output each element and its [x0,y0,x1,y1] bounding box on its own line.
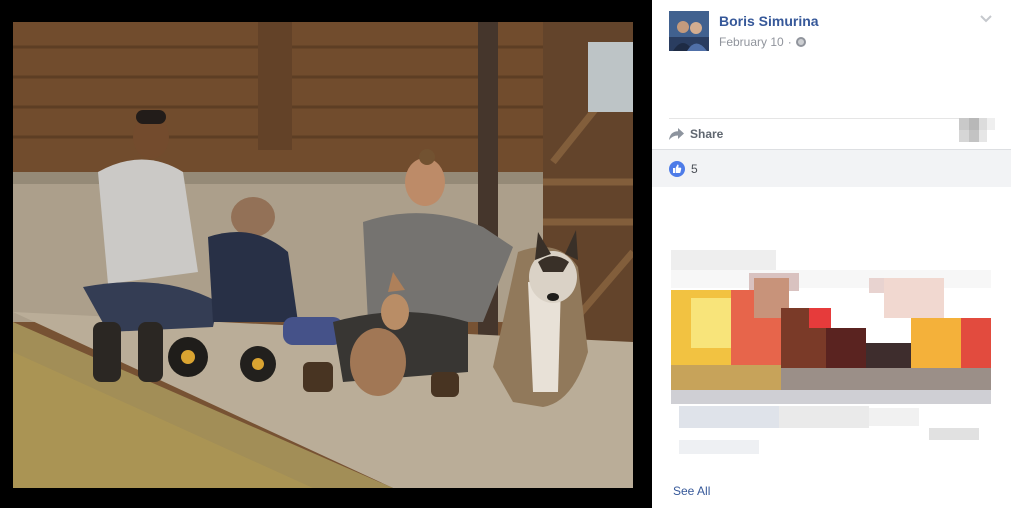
redacted-suggestion-image[interactable] [669,248,999,473]
share-arrow-icon [669,128,684,140]
avatar-image [669,11,709,51]
thumbs-up-icon [669,160,685,177]
post-meta: February 10 · [719,35,806,49]
photo-illustration [13,22,633,488]
photo-viewer [0,0,652,508]
meta-separator: · [787,35,792,49]
post-photo[interactable] [13,22,633,488]
chevron-down-icon[interactable] [980,14,992,24]
see-all-link[interactable]: See All [673,484,710,498]
globe-icon [795,37,806,47]
post-date[interactable]: February 10 [719,35,784,49]
like-count[interactable]: 5 [691,162,698,176]
divider [669,118,994,119]
share-button[interactable]: Share [669,125,723,143]
share-label: Share [690,127,724,141]
author-name[interactable]: Boris Simurina [719,13,819,29]
post-sidebar: Boris Simurina February 10 · Share 5 See… [652,0,1011,508]
redacted-share-area [959,118,995,142]
thumbs-up-glyph [673,164,682,173]
reactions-bar[interactable]: 5 [652,149,1011,187]
author-avatar[interactable] [669,11,709,51]
